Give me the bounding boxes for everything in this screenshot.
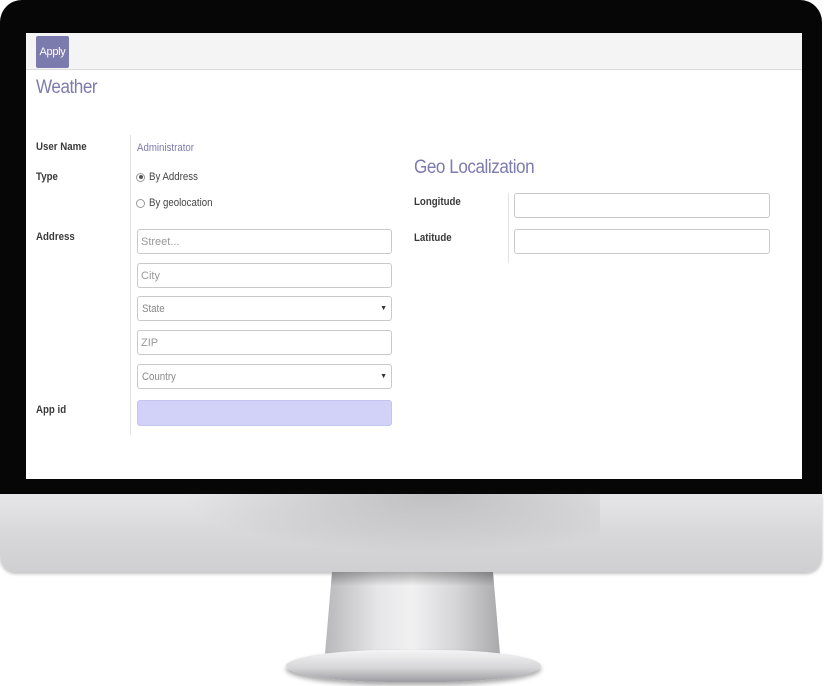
left-group-divider [130, 135, 131, 435]
longitude-input[interactable] [514, 193, 770, 218]
radio-by-address[interactable]: By Address [136, 171, 205, 183]
chevron-down-icon: ▼ [380, 305, 387, 312]
zip-input[interactable] [137, 330, 392, 355]
geo-localization-title: Geo Localization [414, 157, 535, 178]
type-label: Type [36, 171, 58, 183]
radio-icon[interactable] [136, 198, 145, 208]
user-name-label: User Name [36, 141, 87, 153]
app-id-label: App id [36, 404, 67, 416]
latitude-input[interactable] [514, 229, 770, 254]
radio-by-geolocation-label: By geolocation [149, 197, 213, 209]
street-input[interactable] [137, 229, 392, 254]
app-screen: Apply Weather User Name Administrator Ty… [26, 33, 802, 479]
radio-icon[interactable] [136, 172, 145, 182]
country-select[interactable]: Country ▼ [137, 364, 392, 389]
chevron-down-icon: ▼ [380, 373, 387, 380]
control-panel: Apply [26, 33, 802, 70]
state-select-value: State [142, 302, 165, 315]
radio-by-geolocation[interactable]: By geolocation [136, 197, 221, 209]
monitor-mockup: Apply Weather User Name Administrator Ty… [0, 0, 824, 686]
address-label: Address [36, 231, 75, 243]
right-group-divider [508, 193, 509, 263]
app-id-input[interactable] [137, 400, 392, 426]
monitor-stand-base [286, 650, 541, 682]
user-name-value[interactable]: Administrator [137, 142, 194, 154]
city-input[interactable] [137, 263, 392, 288]
longitude-label: Longitude [414, 196, 461, 208]
latitude-label: Latitude [414, 232, 452, 244]
radio-by-address-label: By Address [149, 171, 198, 183]
page-title: Weather [36, 77, 98, 98]
monitor-stand-neck [325, 572, 500, 654]
monitor-chin [0, 494, 822, 572]
apply-button[interactable]: Apply [36, 36, 69, 68]
country-select-value: Country [142, 370, 176, 383]
state-select[interactable]: State ▼ [137, 296, 392, 321]
